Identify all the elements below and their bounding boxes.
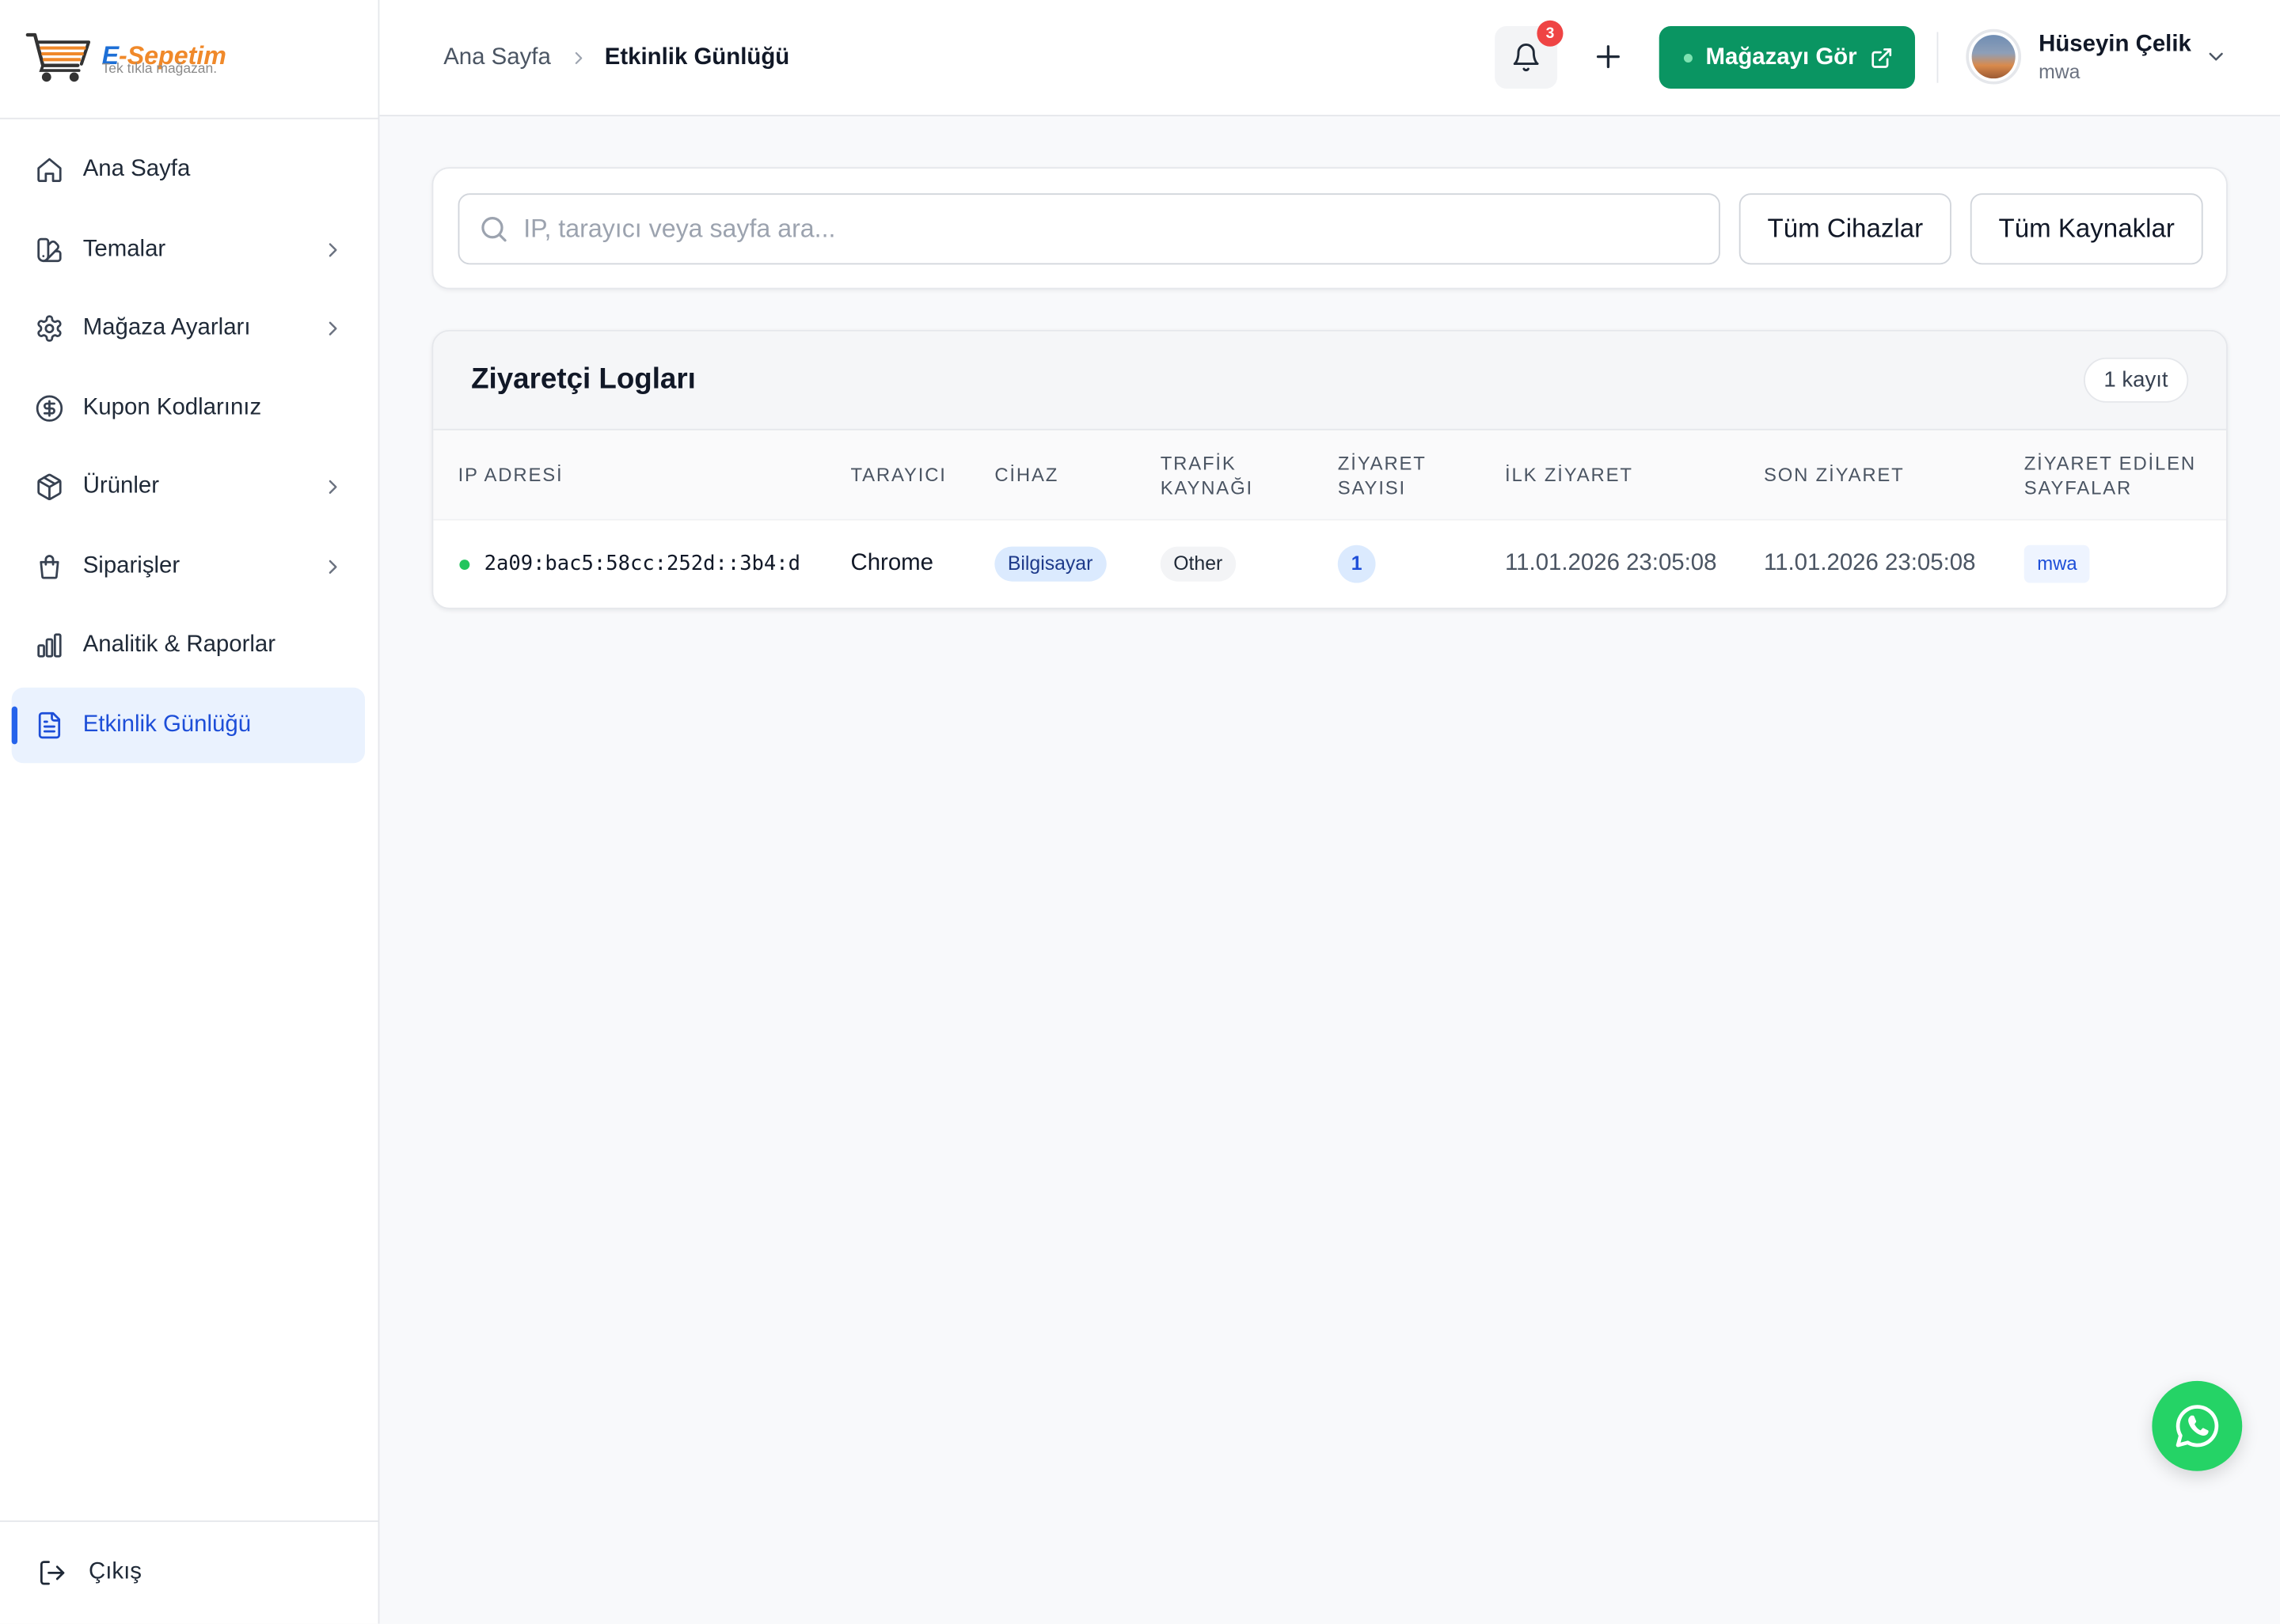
column-header-ip: IP ADRESİ (458, 463, 564, 486)
notification-count-badge: 3 (1537, 20, 1564, 47)
view-store-label: Mağazayı Gör (1705, 44, 1857, 70)
active-indicator (11, 705, 18, 744)
whatsapp-button[interactable] (2152, 1380, 2243, 1471)
plus-icon (1590, 40, 1625, 74)
sidebar-footer: Çıkış (0, 1520, 378, 1623)
divider (1936, 32, 1939, 83)
sidebar-item-ana-sayfa[interactable]: Ana Sayfa (12, 132, 365, 208)
dollar-circle-icon (35, 393, 64, 423)
filter-bar: Tüm Cihazlar Tüm Kaynaklar (431, 167, 2228, 290)
record-count-badge: 1 kayıt (2083, 357, 2189, 403)
ip-address: 2a09:bac5:58cc:252d::3b4:d (484, 552, 801, 576)
sidebar-item-etkinlik-gunlugu[interactable]: Etkinlik Günlüğü (11, 686, 366, 763)
whatsapp-icon (2171, 1400, 2223, 1452)
sidebar-item-urunler[interactable]: Ürünler (12, 450, 365, 526)
logout-label: Çıkış (89, 1559, 142, 1585)
column-header-visited-pages: ZİYARET EDİLEN SAYFALAR (2024, 451, 2196, 499)
sidebar-nav: Ana Sayfa Temalar Mağaza Ayarları Kupon … (11, 132, 366, 766)
sidebar-item-temalar[interactable]: Temalar (12, 211, 365, 287)
search-field (458, 193, 1720, 265)
source-filter-select[interactable]: Tüm Kaynaklar (1970, 193, 2203, 265)
avatar[interactable] (1966, 28, 2022, 85)
column-header-browser: TARAYICI (850, 463, 947, 486)
chevron-right-icon (321, 555, 344, 578)
column-header-first-visit: İLK ZİYARET (1505, 463, 1633, 486)
shopping-bag-icon (35, 552, 64, 581)
sidebar-item-label: Ana Sayfa (82, 157, 191, 182)
card-header: Ziyaretçi Logları 1 kayıt (433, 331, 2227, 431)
sidebar-item-label: Ürünler (82, 473, 160, 499)
add-button[interactable] (1590, 40, 1625, 74)
chevron-right-icon (321, 476, 344, 499)
chevron-down-icon[interactable] (2204, 45, 2227, 68)
device-filter-select[interactable]: Tüm Cihazlar (1738, 193, 1951, 265)
sidebar-item-analitik-raporlar[interactable]: Analitik & Raporlar (12, 608, 365, 684)
breadcrumb-home-link[interactable]: Ana Sayfa (443, 44, 551, 70)
sidebar-item-magaza-ayarlari[interactable]: Mağaza Ayarları (12, 290, 365, 366)
package-icon (35, 472, 64, 502)
visited-page-chip[interactable]: mwa (2024, 544, 2091, 583)
column-header-device: CİHAZ (994, 463, 1059, 486)
sidebar: E-Sepetim Tek tıkla mağazan. Ana Sayfa T… (0, 0, 380, 1624)
browser-name: Chrome (850, 551, 934, 576)
sidebar-item-siparisler[interactable]: Siparişler (12, 529, 365, 605)
external-link-icon (1870, 46, 1893, 69)
view-store-button[interactable]: Mağazayı Gör (1659, 26, 1915, 89)
sidebar-item-label: Analitik & Raporlar (82, 632, 276, 658)
sidebar-item-label: Etkinlik Günlüğü (82, 711, 252, 737)
chevron-right-icon (568, 47, 589, 68)
chevron-right-icon (321, 237, 344, 260)
ip-cell: 2a09:bac5:58cc:252d::3b4:d (458, 552, 851, 575)
column-header-last-visit: SON ZİYARET (1763, 463, 1905, 486)
device-badge: Bilgisayar (994, 546, 1106, 582)
search-input[interactable] (459, 195, 1720, 264)
table-row[interactable]: 2a09:bac5:58cc:252d::3b4:d Chrome Bilgis… (433, 518, 2227, 608)
swatch-book-icon (35, 235, 64, 264)
breadcrumb: Ana Sayfa Etkinlik Günlüğü (443, 0, 789, 115)
app-window: E-Sepetim Tek tıkla mağazan. Ana Sayfa T… (0, 0, 2280, 1624)
sidebar-item-label: Mağaza Ayarları (82, 315, 251, 340)
user-name[interactable]: Hüseyin Çelik (2039, 31, 2191, 59)
traffic-source-badge: Other (1160, 546, 1236, 582)
visit-count-badge: 1 (1337, 544, 1376, 583)
bar-chart-icon (35, 631, 64, 660)
column-header-traffic-source: TRAFİK KAYNAĞI (1160, 451, 1253, 499)
gear-icon (35, 314, 64, 343)
card-title: Ziyaretçi Logları (471, 363, 696, 396)
sidebar-item-label: Kupon Kodlarınız (82, 394, 262, 419)
visitor-logs-card: Ziyaretçi Logları 1 kayıt IP ADRESİ TARA… (431, 329, 2228, 609)
breadcrumb-current: Etkinlik Günlüğü (604, 44, 790, 70)
last-visit-date: 11.01.2026 23:05:08 (1763, 551, 1976, 576)
home-icon (35, 156, 64, 185)
first-visit-date: 11.01.2026 23:05:08 (1505, 551, 1717, 576)
user-store-name: mwa (2039, 61, 2080, 83)
sidebar-item-kupon-kodlariniz[interactable]: Kupon Kodlarınız (12, 370, 365, 446)
table-header: IP ADRESİ TARAYICI CİHAZ TRAFİK KAYNAĞI … (433, 430, 2227, 519)
logo[interactable]: E-Sepetim Tek tıkla mağazan. (0, 0, 378, 120)
online-status-dot (459, 559, 470, 570)
column-header-visit-count: ZİYARET SAYISI (1337, 451, 1427, 499)
logout-button[interactable]: Çıkış (12, 1541, 365, 1605)
brand-tagline: Tek tıkla mağazan. (101, 61, 218, 78)
topbar: Ana Sayfa Etkinlik Günlüğü 3 Mağazayı Gö… (379, 0, 2280, 116)
avatar-image (1971, 35, 2016, 79)
file-text-icon (35, 710, 64, 739)
chevron-right-icon (321, 317, 344, 340)
status-dot (1683, 53, 1693, 63)
sidebar-item-label: Siparişler (82, 552, 180, 579)
shopping-cart-logo-icon (25, 31, 91, 86)
sidebar-item-label: Temalar (82, 236, 166, 261)
bell-icon (1510, 42, 1541, 73)
logout-icon (38, 1558, 67, 1588)
